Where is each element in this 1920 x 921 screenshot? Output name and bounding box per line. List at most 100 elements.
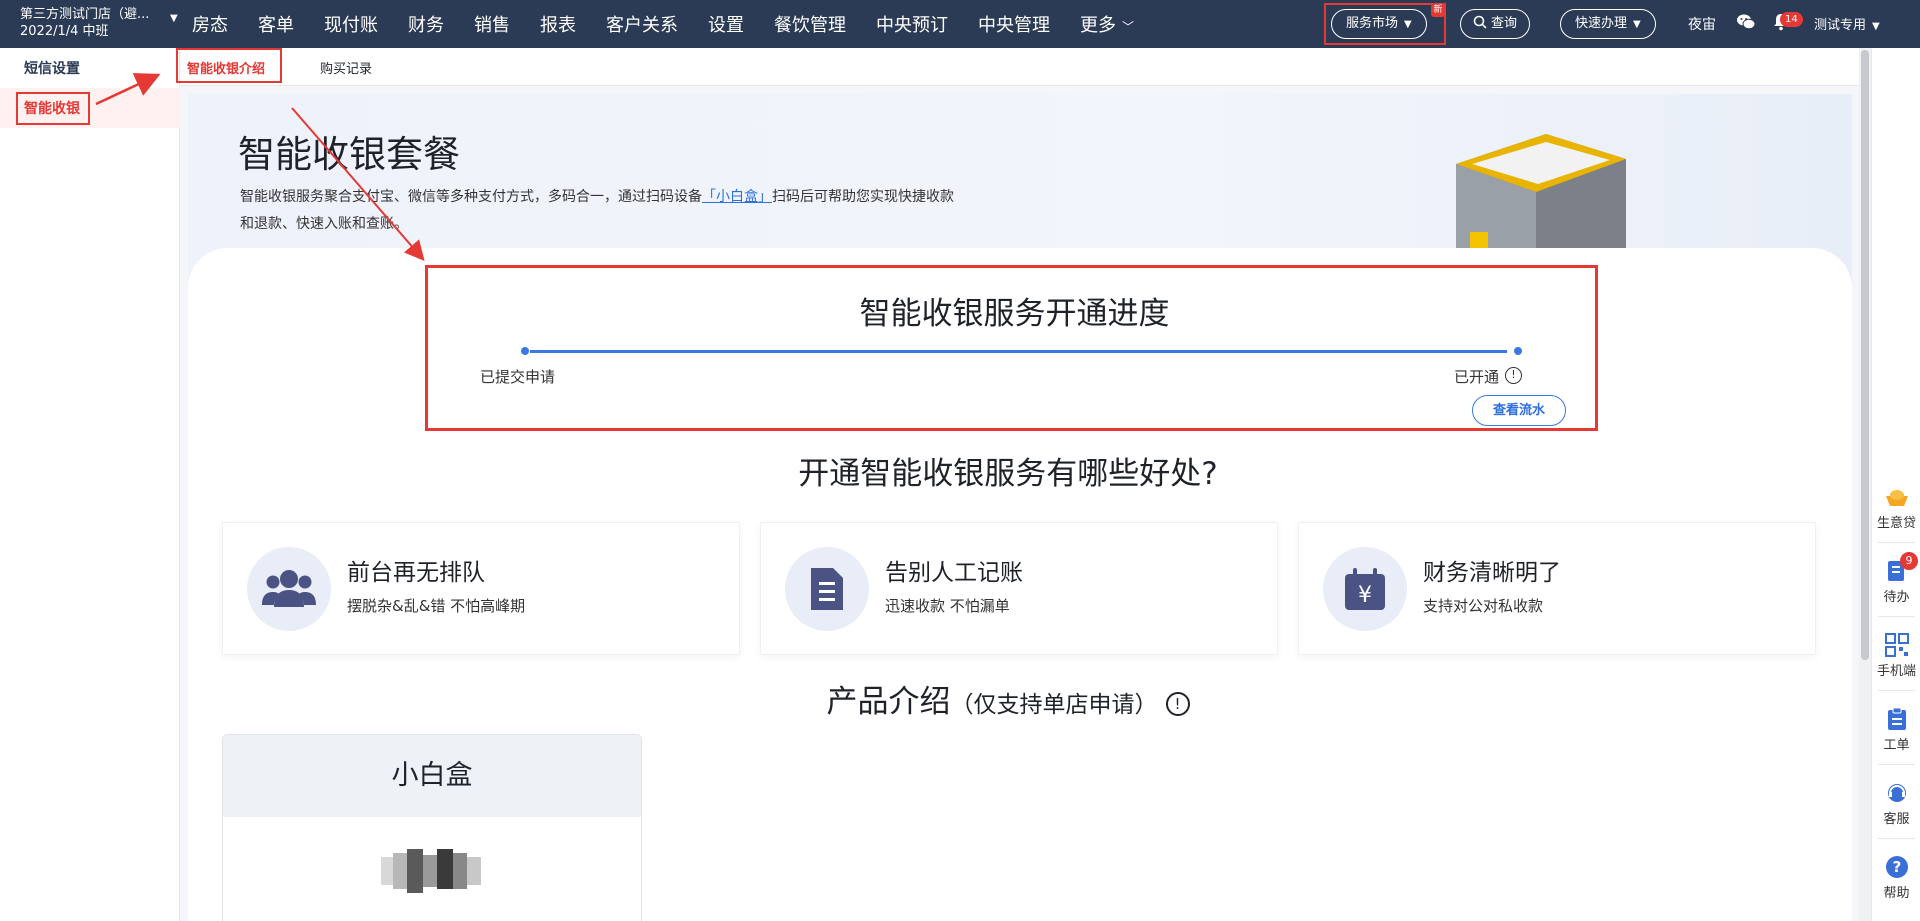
search-button[interactable]: 查询: [1460, 9, 1531, 39]
search-label: 查询: [1491, 16, 1518, 31]
sidebar-item-sms-settings[interactable]: 短信设置: [24, 58, 80, 78]
benefit-card-subtitle: 摆脱杂&乱&错 不怕高峰期: [347, 597, 526, 615]
rail-divider: [1878, 764, 1915, 765]
user-menu[interactable]: 测试专用 ▼: [1814, 14, 1880, 33]
caret-down-icon: ▼: [1633, 19, 1641, 30]
night-mode-toggle[interactable]: 夜宙: [1688, 14, 1716, 34]
help-icon: ?: [1885, 856, 1908, 878]
activation-progress-section: 智能收银服务开通进度 已提交申请 已开通 ! 查看流水: [425, 265, 1598, 431]
caret-down-icon: ▼: [1404, 19, 1412, 30]
info-icon[interactable]: !: [1505, 367, 1522, 384]
progress-line: [530, 350, 1507, 353]
product-card[interactable]: 小白盒: [222, 734, 642, 921]
wechat-icon[interactable]: [1736, 12, 1756, 32]
main-nav: 房态 客单 现付账 财务 销售 报表 客户关系 设置 餐饮管理 中央预订 中央管…: [192, 0, 1164, 48]
nav-item-central-booking[interactable]: 中央预订: [876, 11, 948, 37]
benefit-card-title: 告别人工记账: [885, 560, 1023, 586]
benefit-card-subtitle: 迅速收款 不怕漏单: [885, 597, 1010, 615]
rail-item-business-loan[interactable]: 生意贷: [1872, 484, 1920, 531]
sidebar: 短信设置 智能收银: [0, 48, 180, 921]
nav-item-more[interactable]: 更多 ﹀: [1080, 11, 1134, 37]
xiaobaihe-link[interactable]: 「小白盒」: [702, 189, 772, 205]
store-shift: 2022/1/4 中班: [20, 24, 109, 39]
rail-label: 手机端: [1876, 664, 1916, 679]
step-submitted-label: 已提交申请: [480, 368, 556, 386]
rail-label: 待办: [1883, 590, 1910, 605]
rail-divider: [1878, 838, 1915, 839]
scrollbar-thumb[interactable]: [1861, 50, 1869, 660]
main-content: 智能收银套餐 智能收银服务聚合支付宝、微信等多种支付方式，多码合一，通过扫码设备…: [188, 94, 1852, 921]
benefit-card-title: 前台再无排队: [347, 560, 485, 586]
product-title-note: （仅支持单店申请）: [950, 692, 1158, 718]
banner-title: 智能收银套餐: [238, 133, 460, 176]
nav-item-sales[interactable]: 销售: [474, 11, 510, 37]
clipboard-icon: [1887, 707, 1906, 730]
sidebar-item-smart-cashier[interactable]: 智能收银: [24, 98, 80, 118]
rail-label: 工单: [1883, 738, 1910, 753]
nav-item-reports[interactable]: 报表: [540, 11, 576, 37]
svg-text:?: ?: [1892, 858, 1901, 876]
nav-item-guest-order[interactable]: 客单: [258, 11, 294, 37]
document-icon: [785, 547, 869, 631]
benefit-card-title: 财务清晰明了: [1423, 560, 1561, 586]
users-icon: [247, 547, 331, 631]
rail-item-work-order[interactable]: 工单: [1872, 706, 1920, 753]
nav-item-catering[interactable]: 餐饮管理: [774, 11, 846, 37]
top-navigation-bar: 第三方测试门店（避... 2022/1/4 中班 ▼ 房态 客单 现付账 财务 …: [0, 0, 1920, 48]
headset-icon: [1887, 784, 1906, 802]
more-label: 更多: [1080, 15, 1116, 36]
info-icon[interactable]: !: [1165, 692, 1190, 716]
service-market-label: 服务市场: [1346, 16, 1399, 31]
progress-step-dot-start: [521, 347, 529, 355]
qr-code-icon: [1884, 633, 1909, 657]
product-card-title: 小白盒: [223, 735, 641, 817]
rail-divider: [1878, 690, 1915, 691]
nav-item-settings[interactable]: 设置: [708, 11, 744, 37]
banner-description: 智能收银服务聚合支付宝、微信等多种支付方式，多码合一，通过扫码设备「小白盒」扫码…: [240, 184, 960, 238]
rail-item-help[interactable]: ? 帮助: [1872, 854, 1920, 901]
todo-count-badge: 9: [1900, 552, 1918, 570]
rail-label: 生意贷: [1876, 516, 1916, 531]
banner-desc-text: 智能收银服务聚合支付宝、微信等多种支付方式，多码合一，通过扫码设备: [240, 189, 702, 205]
gold-ingot-icon: [1885, 490, 1908, 506]
tab-annotation-box: [176, 48, 282, 83]
chevron-down-icon: ﹀: [1122, 20, 1135, 34]
caret-down-icon: ▼: [1872, 21, 1880, 32]
rail-label: 客服: [1883, 812, 1910, 827]
nav-item-cash-account[interactable]: 现付账: [324, 11, 378, 37]
product-image: [381, 849, 481, 893]
view-transactions-button[interactable]: 查看流水: [1472, 395, 1566, 426]
rail-divider: [1878, 616, 1915, 617]
nav-item-finance[interactable]: 财务: [408, 11, 444, 37]
new-badge: 新: [1431, 3, 1445, 17]
store-switcher[interactable]: 第三方测试门店（避... 2022/1/4 中班 ▼: [20, 6, 178, 40]
rail-divider: [1878, 542, 1915, 543]
product-title-text: 产品介绍: [826, 684, 951, 720]
rail-label: 帮助: [1883, 886, 1910, 901]
rail-item-customer-service[interactable]: 客服: [1872, 780, 1920, 827]
benefit-card: 前台再无排队 摆脱杂&乱&错 不怕高峰期: [222, 522, 740, 655]
right-tool-rail: 生意贷 9 待办 手机端 工单 客服 ? 帮助: [1871, 48, 1920, 921]
progress-step-dot-end: [1514, 347, 1522, 355]
nav-item-central-management[interactable]: 中央管理: [978, 11, 1050, 37]
tab-purchase-records[interactable]: 购买记录: [320, 58, 372, 77]
nav-item-crm[interactable]: 客户关系: [606, 11, 678, 37]
quick-actions-button[interactable]: 快速办理 ▼: [1560, 9, 1656, 39]
store-name: 第三方测试门店（避...: [20, 7, 150, 22]
service-market-button[interactable]: 服务市场 ▼: [1331, 9, 1427, 39]
product-intro-title: 产品介绍（仅支持单店申请）!: [188, 676, 1828, 721]
rail-item-mobile[interactable]: 手机端: [1872, 632, 1920, 679]
tab-bar: 智能收银介绍 购买记录: [181, 48, 1859, 86]
search-icon: [1473, 15, 1487, 29]
step-activated-label: 已开通: [1454, 368, 1500, 386]
benefit-card: ¥ 财务清晰明了 支持对公对私收款: [1298, 522, 1816, 655]
caret-down-icon: ▼: [170, 13, 178, 24]
calendar-yuan-icon: ¥: [1323, 547, 1407, 631]
quick-actions-label: 快速办理: [1575, 16, 1628, 31]
user-name: 测试专用: [1814, 18, 1867, 33]
benefit-card: 告别人工记账 迅速收款 不怕漏单: [760, 522, 1278, 655]
rail-item-todo[interactable]: 9 待办: [1872, 552, 1920, 605]
notification-count-badge: 14: [1780, 12, 1803, 27]
nav-item-room-status[interactable]: 房态: [192, 11, 228, 37]
progress-title: 智能收银服务开通进度: [859, 296, 1170, 332]
